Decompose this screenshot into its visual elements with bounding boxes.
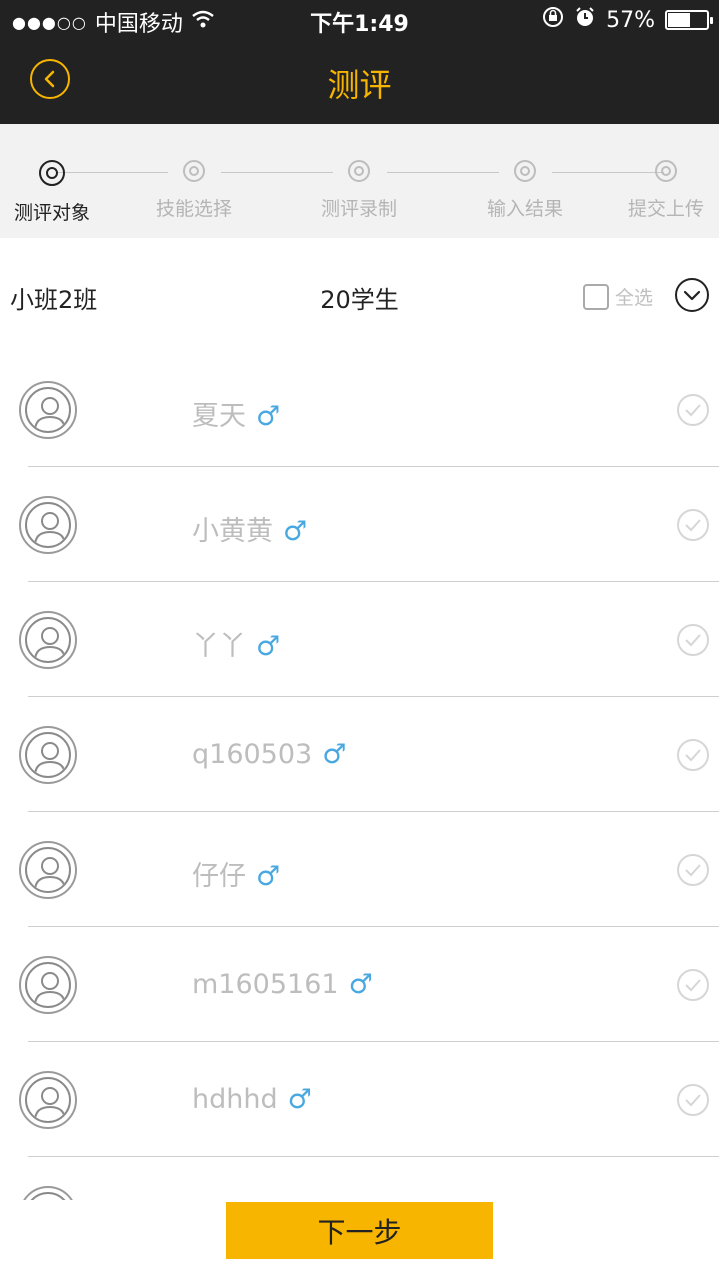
check-icon [685,979,701,992]
avatar [19,381,77,439]
check-icon [685,1094,701,1107]
student-name: hdhhd ♂ [192,1084,312,1115]
male-icon: ♂ [283,516,308,547]
check-icon [685,404,701,417]
list-item[interactable]: 仔仔 ♂ [0,812,719,927]
chevron-down-icon [683,290,701,301]
select-all-toggle[interactable]: 全选 [583,283,653,310]
male-icon: ♂ [322,739,347,770]
student-name-text: m1605161 [192,969,339,1000]
avatar [19,956,77,1014]
class-dropdown-button[interactable] [675,278,709,312]
check-icon [685,634,701,647]
alarm-icon [574,6,596,34]
user-icon [34,512,66,546]
avatar [19,841,77,899]
student-name-text: q160503 [192,739,313,770]
student-name-text: 丫丫 [192,631,246,662]
male-icon: ♂ [348,969,373,1000]
list-item[interactable]: 小黄黄 ♂ [0,467,719,582]
check-icon [685,749,701,762]
step-skill-selection[interactable]: 技能选择 [139,160,249,221]
avatar [19,496,77,554]
select-student-check[interactable] [677,1084,709,1116]
student-name-text: 小黄黄 [192,516,273,547]
select-all-checkbox[interactable] [583,283,609,310]
list-item-partial[interactable] [0,1157,719,1200]
step-label: 输入结果 [486,198,563,220]
select-student-check[interactable] [677,739,709,771]
status-right: 57% [542,6,713,34]
select-all-label: 全选 [615,287,654,309]
step-label: 测评对象 [13,202,90,224]
battery-fill [668,13,690,27]
male-icon: ♂ [256,631,281,662]
step-input-results[interactable]: 输入结果 [470,160,580,221]
student-name: 仔仔 ♂ [192,854,280,893]
user-icon [34,1087,66,1121]
step-label: 技能选择 [155,198,232,220]
avatar [19,1186,77,1200]
list-item[interactable]: m1605161 ♂ [0,927,719,1042]
select-student-check[interactable] [677,854,709,886]
list-item[interactable]: q160503 ♂ [0,697,719,812]
next-step-button[interactable]: 下一步 [226,1202,493,1259]
step-progress: 测评对象 技能选择 测评录制 输入结果 提交上传 [0,124,719,238]
step-indicator-icon [655,160,677,182]
user-icon [34,972,66,1006]
step-label: 测评录制 [320,198,397,220]
male-icon: ♂ [256,861,281,892]
status-bar: ●●●○○ 中国移动 下午1:49 57% [0,0,719,40]
student-name: 丫丫 ♂ [192,624,280,663]
page-title: 测评 [327,66,392,104]
student-list: 夏天 ♂ 小黄黄 ♂ 丫丫 ♂ q160503 ♂ 仔仔 ♂ m1605161 ♂ hdhh… [0,352,719,1200]
step-indicator-icon [348,160,370,182]
select-student-check[interactable] [677,969,709,1001]
male-icon: ♂ [256,401,281,432]
step-indicator-icon [39,160,65,186]
step-label: 提交上传 [627,198,704,220]
battery-icon [665,10,713,30]
list-item[interactable]: 夏天 ♂ [0,352,719,467]
check-icon [685,864,701,877]
step-indicator-icon [514,160,536,182]
select-student-check[interactable] [677,509,709,541]
avatar [19,726,77,784]
class-header: 小班2班 20学生 全选 [0,238,719,352]
student-name-text: hdhhd [192,1084,278,1115]
avatar [19,1071,77,1129]
student-name: 夏天 ♂ [192,394,280,433]
step-test-subject[interactable]: 测评对象 [0,160,107,225]
select-student-check[interactable] [677,624,709,656]
user-icon [34,857,66,891]
select-student-check[interactable] [677,394,709,426]
list-item[interactable]: 丫丫 ♂ [0,582,719,697]
student-name: q160503 ♂ [192,739,346,770]
user-icon [34,397,66,431]
user-icon [34,742,66,776]
user-icon [34,627,66,661]
step-submit-upload[interactable]: 提交上传 [611,160,719,221]
battery-percent: 57% [606,7,655,33]
list-item[interactable]: hdhhd ♂ [0,1042,719,1157]
male-icon: ♂ [287,1084,312,1115]
student-name: m1605161 ♂ [192,969,373,1000]
rotation-lock-icon [542,6,564,34]
student-name: 小黄黄 ♂ [192,509,307,548]
step-recording[interactable]: 测评录制 [304,160,414,221]
step-indicator-icon [183,160,205,182]
student-name-text: 夏天 [192,401,246,432]
check-icon [685,519,701,532]
student-name-text: 仔仔 [192,861,246,892]
nav-bar: 测评 [0,40,719,124]
avatar [19,611,77,669]
